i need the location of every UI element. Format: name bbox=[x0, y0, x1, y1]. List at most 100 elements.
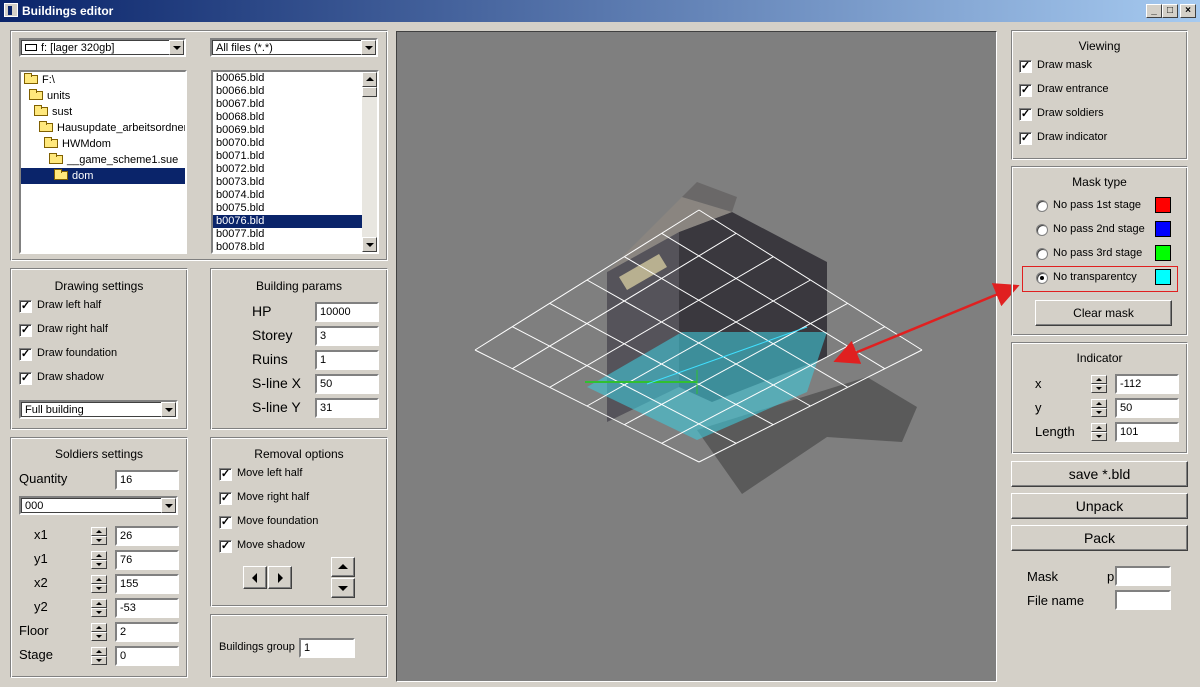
folder-item[interactable]: F:\ bbox=[21, 72, 185, 88]
y2-spinner[interactable] bbox=[91, 599, 107, 617]
mask-prefix: p bbox=[1107, 569, 1115, 584]
scroll-thumb[interactable] bbox=[362, 87, 377, 97]
draw-left-half-checkbox[interactable]: ✓ bbox=[19, 300, 32, 313]
file-item[interactable]: b0075.bld bbox=[213, 202, 362, 215]
mask-color-swatch[interactable] bbox=[1155, 245, 1171, 261]
indicator-x-label: x bbox=[1035, 376, 1042, 391]
clear-mask-button[interactable]: Clear mask bbox=[1035, 300, 1172, 326]
viewport-canvas[interactable] bbox=[397, 32, 997, 682]
file-list-scrollbar[interactable] bbox=[362, 72, 377, 252]
mask-color-swatch[interactable] bbox=[1155, 197, 1171, 213]
move-right-half-checkbox[interactable]: ✓ bbox=[219, 492, 232, 505]
file-item[interactable]: b0070.bld bbox=[213, 137, 362, 150]
buildings-group-input[interactable]: 1 bbox=[299, 638, 355, 658]
sline-x-input[interactable]: 50 bbox=[315, 374, 379, 394]
file-item[interactable]: b0069.bld bbox=[213, 124, 362, 137]
folder-item[interactable]: units bbox=[21, 88, 185, 104]
y1-input[interactable]: 76 bbox=[115, 550, 179, 570]
hp-input[interactable]: 10000 bbox=[315, 302, 379, 322]
draw-right-half-checkbox[interactable]: ✓ bbox=[19, 324, 32, 337]
draw-indicator-checkbox[interactable]: ✓ bbox=[1019, 132, 1032, 145]
file-list[interactable]: b0065.bld b0066.bld b0067.bld b0068.bld b006… bbox=[211, 70, 379, 254]
folder-item[interactable]: dom bbox=[21, 168, 185, 184]
indicator-x-input[interactable]: -112 bbox=[1115, 374, 1179, 394]
chevron-down-icon[interactable] bbox=[361, 40, 376, 55]
file-item[interactable]: b0073.bld bbox=[213, 176, 362, 189]
move-left-button[interactable] bbox=[243, 566, 267, 589]
scroll-down-button[interactable] bbox=[362, 237, 377, 252]
ruins-input[interactable]: 1 bbox=[315, 350, 379, 370]
x2-spinner[interactable] bbox=[91, 575, 107, 593]
mask-value-input[interactable] bbox=[1115, 566, 1171, 586]
building-viewport[interactable] bbox=[396, 31, 997, 682]
file-item[interactable]: b0078.bld bbox=[213, 241, 362, 252]
file-item[interactable]: b0074.bld bbox=[213, 189, 362, 202]
drive-select[interactable]: f: [lager 320gb] bbox=[19, 38, 186, 57]
folder-item[interactable]: __game_scheme1.sue bbox=[21, 152, 185, 168]
file-item[interactable]: b0065.bld bbox=[213, 72, 362, 85]
y2-input[interactable]: -53 bbox=[115, 598, 179, 618]
file-name-input[interactable] bbox=[1115, 590, 1171, 610]
file-item[interactable]: b0077.bld bbox=[213, 228, 362, 241]
mask-type-radio[interactable] bbox=[1036, 200, 1048, 212]
mask-color-swatch[interactable] bbox=[1155, 221, 1171, 237]
folder-item[interactable]: HWMdom bbox=[21, 136, 185, 152]
x1-spinner[interactable] bbox=[91, 527, 107, 545]
folder-item[interactable]: sust bbox=[21, 104, 185, 120]
draw-shadow-checkbox[interactable]: ✓ bbox=[19, 372, 32, 385]
soldiers-settings-title: Soldiers settings bbox=[54, 447, 144, 461]
move-right-half-label: Move right half bbox=[237, 491, 310, 503]
floor-spinner[interactable] bbox=[91, 623, 107, 641]
minimize-button[interactable]: _ bbox=[1146, 4, 1162, 18]
x2-input[interactable]: 155 bbox=[115, 574, 179, 594]
draw-entrance-checkbox[interactable]: ✓ bbox=[1019, 84, 1032, 97]
indicator-y-input[interactable]: 50 bbox=[1115, 398, 1179, 418]
scroll-up-button[interactable] bbox=[362, 72, 377, 87]
folder-tree[interactable]: F:\ units sust Hausupdate_arbeitsordner HWMd… bbox=[19, 70, 187, 254]
move-up-button[interactable] bbox=[331, 557, 355, 577]
indicator-length-input[interactable]: 101 bbox=[1115, 422, 1179, 442]
indicator-x-spinner[interactable] bbox=[1091, 375, 1107, 393]
x1-input[interactable]: 26 bbox=[115, 526, 179, 546]
folder-label: HWMdom bbox=[62, 138, 111, 150]
close-button[interactable]: × bbox=[1180, 4, 1196, 18]
file-item[interactable]: b0076.bld bbox=[213, 215, 362, 228]
move-shadow-checkbox[interactable]: ✓ bbox=[219, 540, 232, 553]
quantity-input[interactable]: 16 bbox=[115, 470, 179, 490]
file-item[interactable]: b0068.bld bbox=[213, 111, 362, 124]
move-left-half-checkbox[interactable]: ✓ bbox=[219, 468, 232, 481]
draw-foundation-checkbox[interactable]: ✓ bbox=[19, 348, 32, 361]
draw-soldiers-checkbox[interactable]: ✓ bbox=[1019, 108, 1032, 121]
indicator-y-spinner[interactable] bbox=[1091, 399, 1107, 417]
move-down-button[interactable] bbox=[331, 578, 355, 598]
chevron-down-icon[interactable] bbox=[169, 40, 184, 55]
chevron-down-icon[interactable] bbox=[161, 402, 176, 417]
mask-type-radio[interactable] bbox=[1036, 224, 1048, 236]
mask-type-radio[interactable] bbox=[1036, 248, 1048, 260]
maximize-button[interactable]: □ bbox=[1162, 4, 1178, 18]
pack-button[interactable]: Pack bbox=[1011, 525, 1188, 551]
draw-mask-checkbox[interactable]: ✓ bbox=[1019, 60, 1032, 73]
move-foundation-checkbox[interactable]: ✓ bbox=[219, 516, 232, 529]
window-title: Buildings editor bbox=[22, 4, 114, 18]
file-item[interactable]: b0072.bld bbox=[213, 163, 362, 176]
floor-input[interactable]: 2 bbox=[115, 622, 179, 642]
folder-item[interactable]: Hausupdate_arbeitsordner bbox=[21, 120, 185, 136]
soldier-preset-select[interactable]: 000 bbox=[19, 496, 178, 515]
file-item[interactable]: b0066.bld bbox=[213, 85, 362, 98]
indicator-length-spinner[interactable] bbox=[1091, 423, 1107, 441]
file-item[interactable]: b0067.bld bbox=[213, 98, 362, 111]
unpack-button[interactable]: Unpack bbox=[1011, 493, 1188, 519]
sline-y-input[interactable]: 31 bbox=[315, 398, 379, 418]
chevron-down-icon[interactable] bbox=[161, 498, 176, 513]
save-bld-button[interactable]: save *.bld bbox=[1011, 461, 1188, 487]
file-item[interactable]: b0071.bld bbox=[213, 150, 362, 163]
y1-spinner[interactable] bbox=[91, 551, 107, 569]
stage-spinner[interactable] bbox=[91, 647, 107, 665]
move-right-button[interactable] bbox=[268, 566, 292, 589]
file-filter-select[interactable]: All files (*.*) bbox=[210, 38, 378, 57]
stage-input[interactable]: 0 bbox=[115, 646, 179, 666]
storey-input[interactable]: 3 bbox=[315, 326, 379, 346]
draw-mode-select[interactable]: Full building bbox=[19, 400, 178, 419]
mask-type-label: No pass 1st stage bbox=[1053, 199, 1142, 211]
